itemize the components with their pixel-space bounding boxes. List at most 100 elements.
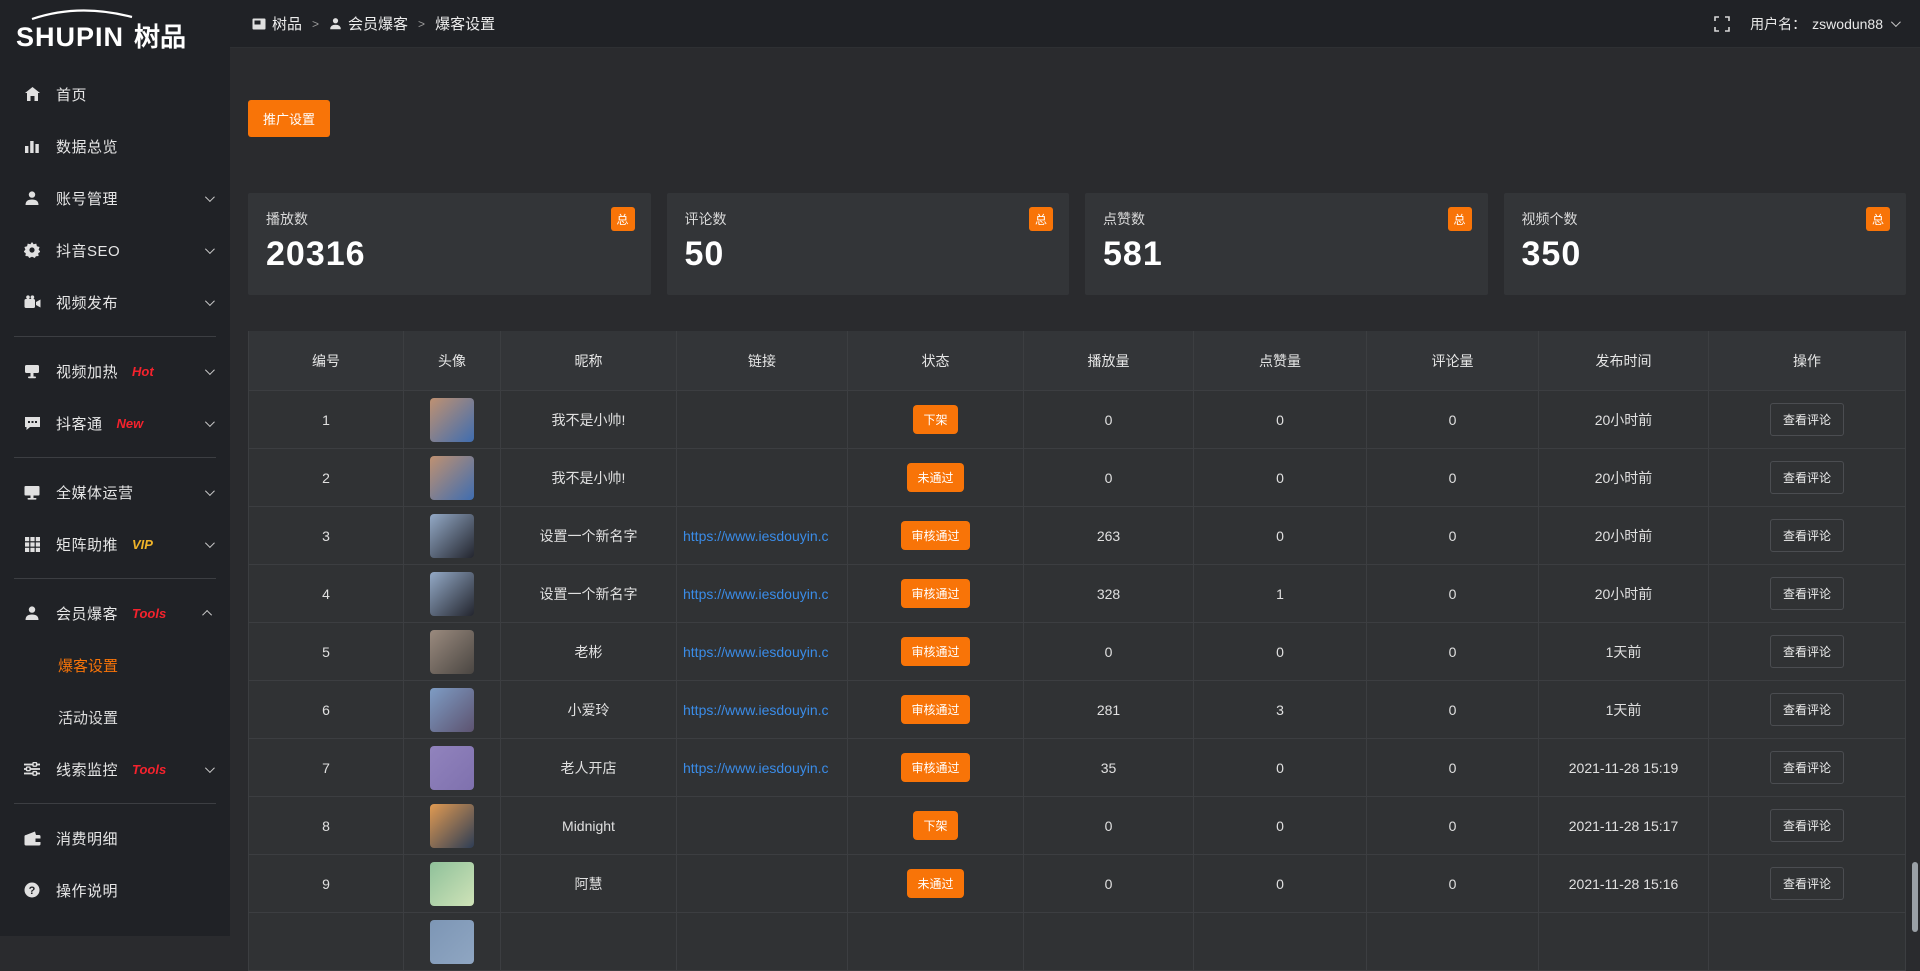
sidebar-item-clue-monitor[interactable]: 线索监控 Tools — [0, 743, 230, 795]
fullscreen-icon[interactable] — [1714, 16, 1730, 32]
comment-count: 0 — [1367, 623, 1539, 680]
column-header: 昵称 — [501, 331, 677, 390]
column-header: 操作 — [1709, 331, 1906, 390]
chevron-down-icon — [205, 192, 215, 202]
video-link[interactable]: https://www.iesdouyin.c — [683, 702, 829, 718]
avatar — [430, 862, 474, 906]
stat-value: 50 — [685, 235, 1052, 274]
logo-text-cn: 树品 — [134, 22, 186, 52]
topbar-right: 用户名：zswodun88 — [1714, 14, 1898, 34]
sidebar-item-home[interactable]: 首页 — [0, 68, 230, 120]
view-comments-button[interactable]: 查看评论 — [1770, 635, 1844, 668]
comment-count: 0 — [1367, 565, 1539, 622]
sidebar-item-all-media[interactable]: 全媒体运营 — [0, 466, 230, 518]
status-badge: 未通过 — [907, 463, 963, 492]
sidebar-item-video-publish[interactable]: 视频发布 — [0, 276, 230, 328]
row-number: 7 — [248, 739, 404, 796]
vertical-scrollbar[interactable] — [1912, 862, 1918, 932]
sidebar-item-douyin-seo[interactable]: 抖音SEO — [0, 224, 230, 276]
publish-time: 2021-11-28 15:16 — [1539, 855, 1709, 912]
row-number: 2 — [248, 449, 404, 506]
sidebar-item-consumption-detail[interactable]: 消费明细 — [0, 812, 230, 864]
sliders-icon — [22, 762, 42, 776]
view-comments-button[interactable]: 查看评论 — [1770, 519, 1844, 552]
nickname: 老彬 — [501, 623, 677, 680]
sidebar-item-video-heat[interactable]: 视频加热 Hot — [0, 345, 230, 397]
view-comments-button[interactable]: 查看评论 — [1770, 867, 1844, 900]
column-header: 发布时间 — [1539, 331, 1709, 390]
view-comments-button[interactable]: 查看评论 — [1770, 751, 1844, 784]
avatar — [430, 688, 474, 732]
play-count — [1024, 913, 1194, 970]
chevron-down-icon — [205, 486, 215, 496]
sidebar-item-matrix-boost[interactable]: 矩阵助推 VIP — [0, 518, 230, 570]
sidebar-item-label: 账号管理 — [56, 188, 118, 209]
sidebar-subitem-activity-settings[interactable]: 活动设置 — [0, 691, 230, 743]
video-icon — [22, 295, 42, 310]
nickname: 阿慧 — [501, 855, 677, 912]
sidebar-item-doukingtong[interactable]: 抖客通 New — [0, 397, 230, 449]
like-count — [1194, 913, 1367, 970]
sidebar-item-instructions[interactable]: ? 操作说明 — [0, 864, 230, 916]
view-comments-button[interactable]: 查看评论 — [1770, 809, 1844, 842]
stat-label: 视频个数 — [1522, 209, 1889, 229]
breadcrumb-item-member[interactable]: 会员爆客 — [329, 13, 408, 34]
view-comments-button[interactable]: 查看评论 — [1770, 461, 1844, 494]
row-number: 3 — [248, 507, 404, 564]
play-count: 0 — [1024, 449, 1194, 506]
table-row: 8 Midnight 下架 0 0 0 2021-11-28 15:17 查看评… — [248, 797, 1906, 855]
user-icon — [329, 17, 342, 30]
row-number: 8 — [248, 797, 404, 854]
tools-badge: Tools — [132, 762, 166, 777]
chevron-down-icon — [205, 244, 215, 254]
row-number: 1 — [248, 391, 404, 448]
avatar — [430, 746, 474, 790]
chevron-down-icon — [205, 296, 215, 306]
video-link[interactable]: https://www.iesdouyin.c — [683, 644, 829, 660]
total-badge: 总 — [1029, 207, 1053, 231]
vip-badge: VIP — [132, 537, 153, 552]
comment-count: 0 — [1367, 739, 1539, 796]
stat-value: 20316 — [266, 235, 633, 274]
like-count: 0 — [1194, 623, 1367, 680]
sidebar-item-account-mgmt[interactable]: 账号管理 — [0, 172, 230, 224]
logo-text-en: SHUPIN — [16, 22, 124, 52]
help-icon: ? — [22, 882, 42, 898]
sidebar-divider — [14, 578, 216, 579]
avatar-cell — [404, 739, 501, 796]
publish-time: 20小时前 — [1539, 507, 1709, 564]
row-number: 4 — [248, 565, 404, 622]
view-comments-button[interactable]: 查看评论 — [1770, 403, 1844, 436]
sidebar-item-member-baoke[interactable]: 会员爆客 Tools — [0, 587, 230, 639]
stat-label: 评论数 — [685, 209, 1052, 229]
avatar — [430, 630, 474, 674]
avatar-cell — [404, 681, 501, 738]
view-comments-button[interactable]: 查看评论 — [1770, 693, 1844, 726]
video-link[interactable]: https://www.iesdouyin.c — [683, 586, 829, 602]
nickname: 我不是小帅! — [501, 449, 677, 506]
username-label: 用户名： — [1750, 14, 1806, 34]
publish-time: 20小时前 — [1539, 449, 1709, 506]
breadcrumb-item-home[interactable]: 树品 — [252, 13, 302, 34]
chevron-down-icon — [205, 763, 215, 773]
avatar-cell — [404, 913, 501, 970]
gear-icon — [22, 242, 42, 258]
new-badge: New — [117, 416, 144, 431]
play-count: 328 — [1024, 565, 1194, 622]
promo-settings-button[interactable]: 推广设置 — [248, 100, 330, 137]
avatar-cell — [404, 623, 501, 680]
column-header: 链接 — [677, 331, 848, 390]
chevron-down-icon — [205, 538, 215, 548]
table-row: 4 设置一个新名字 https://www.iesdouyin.c 审核通过 3… — [248, 565, 1906, 623]
stat-value: 350 — [1522, 235, 1889, 274]
brand-logo: SHUPIN 树品 — [0, 0, 230, 64]
user-menu[interactable]: 用户名：zswodun88 — [1750, 14, 1898, 34]
video-link[interactable]: https://www.iesdouyin.c — [683, 760, 829, 776]
video-link[interactable]: https://www.iesdouyin.c — [683, 528, 829, 544]
sidebar-item-data-overview[interactable]: 数据总览 — [0, 120, 230, 172]
view-comments-button[interactable]: 查看评论 — [1770, 577, 1844, 610]
breadcrumb: 树品 > 会员爆客 > 爆客设置 — [252, 13, 495, 34]
chevron-down-icon — [205, 417, 215, 427]
sidebar-subitem-baoke-settings[interactable]: 爆客设置 — [0, 639, 230, 691]
chart-icon — [22, 138, 42, 154]
